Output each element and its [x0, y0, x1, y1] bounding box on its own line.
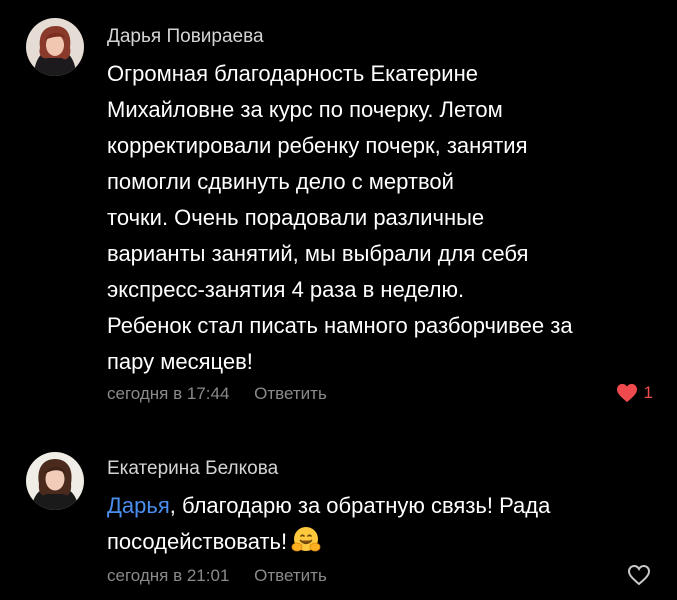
comment-author[interactable]: Екатерина Белкова — [107, 458, 278, 480]
comment-text-line: помогли сдвинуть дело с мертвой — [107, 169, 454, 194]
like-count: 1 — [643, 383, 653, 402]
comment-item: Екатерина Белкова Дарья, благодарю за об… — [0, 438, 677, 600]
comment-text: Огромная благодарность Екатерине Михайло… — [107, 56, 667, 380]
comment-item: Дарья Повираева Огромная благодарность Е… — [0, 0, 677, 430]
comment-meta: сегодня в 17:44 Ответить — [107, 384, 327, 404]
comment-text-line: посодействовать! — [107, 524, 667, 566]
comment-text-line: Дарья, благодарю за обратную связь! Рада — [107, 488, 667, 524]
comment-text-line: пару месяцев! — [107, 349, 253, 374]
comment-text-line: точки. Очень порадовали различные — [107, 205, 485, 230]
heart-outline-icon — [627, 564, 651, 586]
comment-text-line: экспресс-занятия 4 раза в неделю. — [107, 277, 465, 302]
comment-text-line: Ребенок стал писать намного разборчивее … — [107, 313, 573, 338]
like-button[interactable]: 1 — [616, 383, 653, 403]
reply-button[interactable]: Ответить — [254, 384, 327, 403]
comment-text-line: варианты занятий, мы выбрали для себя — [107, 241, 529, 266]
avatar[interactable] — [26, 452, 84, 510]
comment-text-line: Огромная благодарность Екатерине — [107, 61, 478, 86]
comment-text-fragment: , благодарю за обратную связь! Рада — [169, 493, 551, 518]
hugging-face-emoji-icon — [291, 525, 321, 566]
reply-button[interactable]: Ответить — [254, 566, 327, 585]
mention-link[interactable]: Дарья — [107, 493, 170, 518]
avatar-photo-icon — [26, 18, 84, 76]
comment-text-line: корректировали ребенку почерк, занятия — [107, 133, 528, 158]
comment-meta: сегодня в 21:01 Ответить — [107, 566, 327, 586]
comment-text: Дарья, благодарю за обратную связь! Рада… — [107, 488, 667, 566]
comment-timestamp: сегодня в 21:01 — [107, 566, 230, 585]
comment-timestamp: сегодня в 17:44 — [107, 384, 230, 403]
avatar-photo-icon — [26, 452, 84, 510]
heart-filled-icon — [616, 383, 637, 403]
comment-text-fragment: посодействовать! — [107, 529, 288, 554]
comment-text-line: Михайловне за курс по почерку. Летом — [107, 97, 503, 122]
avatar[interactable] — [26, 18, 84, 76]
comment-author[interactable]: Дарья Повираева — [107, 26, 264, 48]
like-button[interactable] — [627, 564, 651, 586]
